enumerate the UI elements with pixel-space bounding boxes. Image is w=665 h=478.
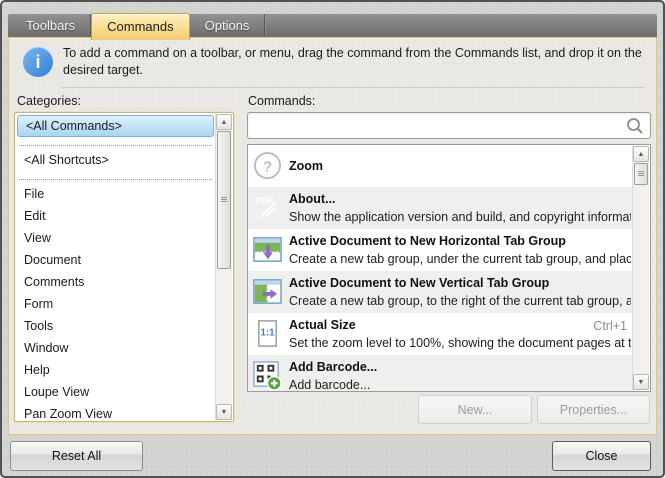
scrollbar-thumb[interactable] bbox=[217, 131, 231, 269]
command-row[interactable]: ? Zoom bbox=[248, 145, 633, 187]
info-separator bbox=[61, 87, 644, 88]
category-item[interactable]: Loupe View bbox=[16, 381, 215, 403]
category-item[interactable]: Edit bbox=[16, 205, 215, 227]
scroll-down-arrow-icon[interactable]: ▼ bbox=[633, 374, 649, 390]
category-item[interactable]: <All Commands> bbox=[17, 115, 214, 137]
reset-all-button[interactable]: Reset All bbox=[10, 441, 143, 471]
add-barcode-icon bbox=[252, 360, 283, 391]
command-row[interactable]: Active Document to New Vertical Tab Grou… bbox=[248, 271, 633, 313]
commands-tab-panel: i To add a command on a toolbar, or menu… bbox=[8, 37, 657, 435]
category-item[interactable]: Window bbox=[16, 337, 215, 359]
new-button[interactable]: New... bbox=[418, 395, 532, 424]
command-title: About... bbox=[289, 190, 631, 208]
command-title: Actual Size bbox=[289, 316, 631, 334]
tab-strip: Toolbars Commands Options bbox=[8, 14, 657, 37]
svg-text:PDF: PDF bbox=[256, 196, 273, 206]
category-separator bbox=[19, 137, 212, 146]
vertical-tab-group-icon bbox=[252, 276, 283, 307]
categories-list-items: <All Commands> <All Shortcuts> FileEditVie… bbox=[16, 115, 215, 422]
commands-search-input[interactable] bbox=[254, 115, 624, 138]
actual-size-icon: 1:1 bbox=[252, 318, 283, 349]
command-description: Show the application version and build, … bbox=[289, 208, 631, 226]
category-item[interactable]: View bbox=[16, 227, 215, 249]
pdf-app-icon: PDF bbox=[252, 192, 283, 223]
customize-toolbars-dialog: Toolbars Commands Options i To add a com… bbox=[0, 0, 665, 478]
commands-listbox[interactable]: ? Zoom PDF About... Show the application… bbox=[247, 144, 651, 392]
question-circle-icon: ? bbox=[252, 150, 283, 181]
horizontal-tab-group-icon bbox=[252, 234, 283, 265]
categories-label: Categories: bbox=[17, 94, 81, 108]
scroll-up-arrow-icon[interactable]: ▲ bbox=[633, 146, 649, 162]
category-item[interactable]: Tools bbox=[16, 315, 215, 337]
category-item[interactable]: Document bbox=[16, 249, 215, 271]
commands-search-box bbox=[247, 112, 651, 139]
tab-options[interactable]: Options bbox=[190, 14, 266, 37]
command-row[interactable]: Add Barcode... Add barcode... bbox=[248, 355, 633, 392]
category-item[interactable]: Comments bbox=[16, 271, 215, 293]
tab-commands[interactable]: Commands bbox=[91, 13, 189, 40]
command-title: Active Document to New Horizontal Tab Gr… bbox=[289, 232, 631, 250]
category-item[interactable]: File bbox=[16, 183, 215, 205]
categories-listbox[interactable]: <All Commands> <All Shortcuts> FileEditVie… bbox=[14, 112, 234, 422]
properties-button[interactable]: Properties... bbox=[537, 395, 650, 424]
categories-scrollbar[interactable]: ▲ ▼ bbox=[215, 114, 232, 420]
command-description: Create a new tab group, under the curren… bbox=[289, 250, 631, 268]
info-banner-text: To add a command on a toolbar, or menu, … bbox=[63, 45, 646, 79]
commands-list-rows: ? Zoom PDF About... Show the application… bbox=[248, 145, 633, 392]
command-row[interactable]: Active Document to New Horizontal Tab Gr… bbox=[248, 229, 633, 271]
scroll-down-arrow-icon[interactable]: ▼ bbox=[216, 404, 232, 420]
svg-text:1:1: 1:1 bbox=[261, 327, 276, 338]
info-icon: i bbox=[23, 47, 53, 77]
scroll-up-arrow-icon[interactable]: ▲ bbox=[216, 114, 232, 130]
category-item[interactable]: <All Shortcuts> bbox=[16, 149, 215, 171]
category-item[interactable]: Pan Zoom View bbox=[16, 403, 215, 422]
command-description: Create a new tab group, to the right of … bbox=[289, 292, 631, 310]
commands-label: Commands: bbox=[248, 94, 315, 108]
command-description: Set the zoom level to 100%, showing the … bbox=[289, 334, 631, 352]
command-title: Active Document to New Vertical Tab Grou… bbox=[289, 274, 631, 292]
close-button[interactable]: Close bbox=[552, 441, 651, 471]
command-title: Add Barcode... bbox=[289, 358, 631, 376]
command-row[interactable]: 1:1 Ctrl+1 Actual Size Set the zoom leve… bbox=[248, 313, 633, 355]
command-row[interactable]: PDF About... Show the application versio… bbox=[248, 187, 633, 229]
category-item[interactable]: Help bbox=[16, 359, 215, 381]
category-item[interactable]: Form bbox=[16, 293, 215, 315]
command-description: Add barcode... bbox=[289, 376, 631, 392]
scrollbar-thumb[interactable] bbox=[634, 163, 648, 185]
search-icon bbox=[625, 116, 645, 136]
svg-text:?: ? bbox=[263, 159, 271, 175]
command-title: Zoom bbox=[289, 157, 631, 175]
category-separator bbox=[19, 171, 212, 180]
tab-toolbars[interactable]: Toolbars bbox=[11, 14, 91, 37]
commands-scrollbar[interactable]: ▲ ▼ bbox=[632, 146, 649, 390]
